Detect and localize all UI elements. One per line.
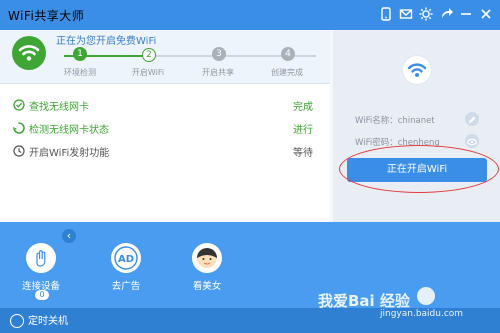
- power-timer-icon[interactable]: [10, 314, 24, 328]
- check-row: 检测无线网卡状态 进行: [0, 118, 330, 140]
- tool-label: 看美女: [192, 281, 222, 292]
- device-count-badge: 0: [35, 290, 49, 300]
- clock-icon: [13, 145, 25, 157]
- svg-text:AD: AD: [118, 254, 134, 265]
- timer-label[interactable]: 定时关机: [28, 312, 68, 327]
- check-status: 完成: [293, 102, 313, 113]
- wifi-status-icon: [12, 36, 46, 70]
- wifi-name: WiFi名称：chinanet: [355, 116, 435, 126]
- check-row: 查找无线网卡 完成: [0, 95, 330, 117]
- step-2-circle: 2: [142, 48, 156, 62]
- connect-devices-tool[interactable]: 连接设备: [11, 243, 71, 292]
- step-2-label: 开启WiFi: [131, 68, 165, 77]
- step-4-label: 创建完成: [271, 68, 303, 77]
- check-label: 检测无线网卡状态: [29, 125, 109, 136]
- baidu-paw-logo: [417, 287, 435, 305]
- phone-icon[interactable]: [378, 6, 394, 22]
- hand-icon: [26, 243, 56, 273]
- watermark-url: jingyan.baidu.com: [380, 309, 464, 319]
- eye-icon[interactable]: [465, 134, 479, 148]
- mail-icon[interactable]: [398, 6, 414, 22]
- app-title: WiFi共享大师: [8, 9, 85, 23]
- check-label: 查找无线网卡: [29, 102, 89, 113]
- wifi-icon: [403, 56, 431, 84]
- tool-label: 去广告: [111, 281, 141, 292]
- edit-icon[interactable]: [465, 112, 479, 126]
- step-1-label: 环境检测: [64, 68, 96, 77]
- step-3-label: 开启共享: [202, 68, 234, 77]
- share-icon[interactable]: [438, 6, 454, 22]
- check-label: 开启WiFi发射功能: [29, 148, 110, 159]
- step-3-circle: 3: [212, 47, 226, 61]
- status-line: 正在为您开启免费WiFi: [56, 36, 157, 47]
- check-status: 进行: [293, 125, 313, 136]
- ad-icon: AD: [111, 243, 141, 273]
- beauty-tool[interactable]: 看美女: [177, 243, 237, 292]
- girl-icon: [192, 243, 222, 273]
- minimize-icon[interactable]: [458, 6, 474, 22]
- collapse-button[interactable]: ‹: [62, 229, 76, 243]
- check-row: 开启WiFi发射功能 等待: [0, 141, 330, 163]
- loading-icon: [13, 122, 25, 134]
- step-1-circle: 1: [73, 47, 87, 61]
- settings-icon[interactable]: [418, 6, 434, 22]
- check-status: 等待: [293, 148, 313, 159]
- step-4-circle: 4: [281, 47, 295, 61]
- watermark-text: 我爱Bai 经验: [318, 292, 410, 310]
- highlight-circle: [339, 145, 499, 193]
- remove-ads-tool[interactable]: AD 去广告: [96, 243, 156, 292]
- check-done-icon: [13, 99, 25, 111]
- close-icon[interactable]: [478, 6, 494, 22]
